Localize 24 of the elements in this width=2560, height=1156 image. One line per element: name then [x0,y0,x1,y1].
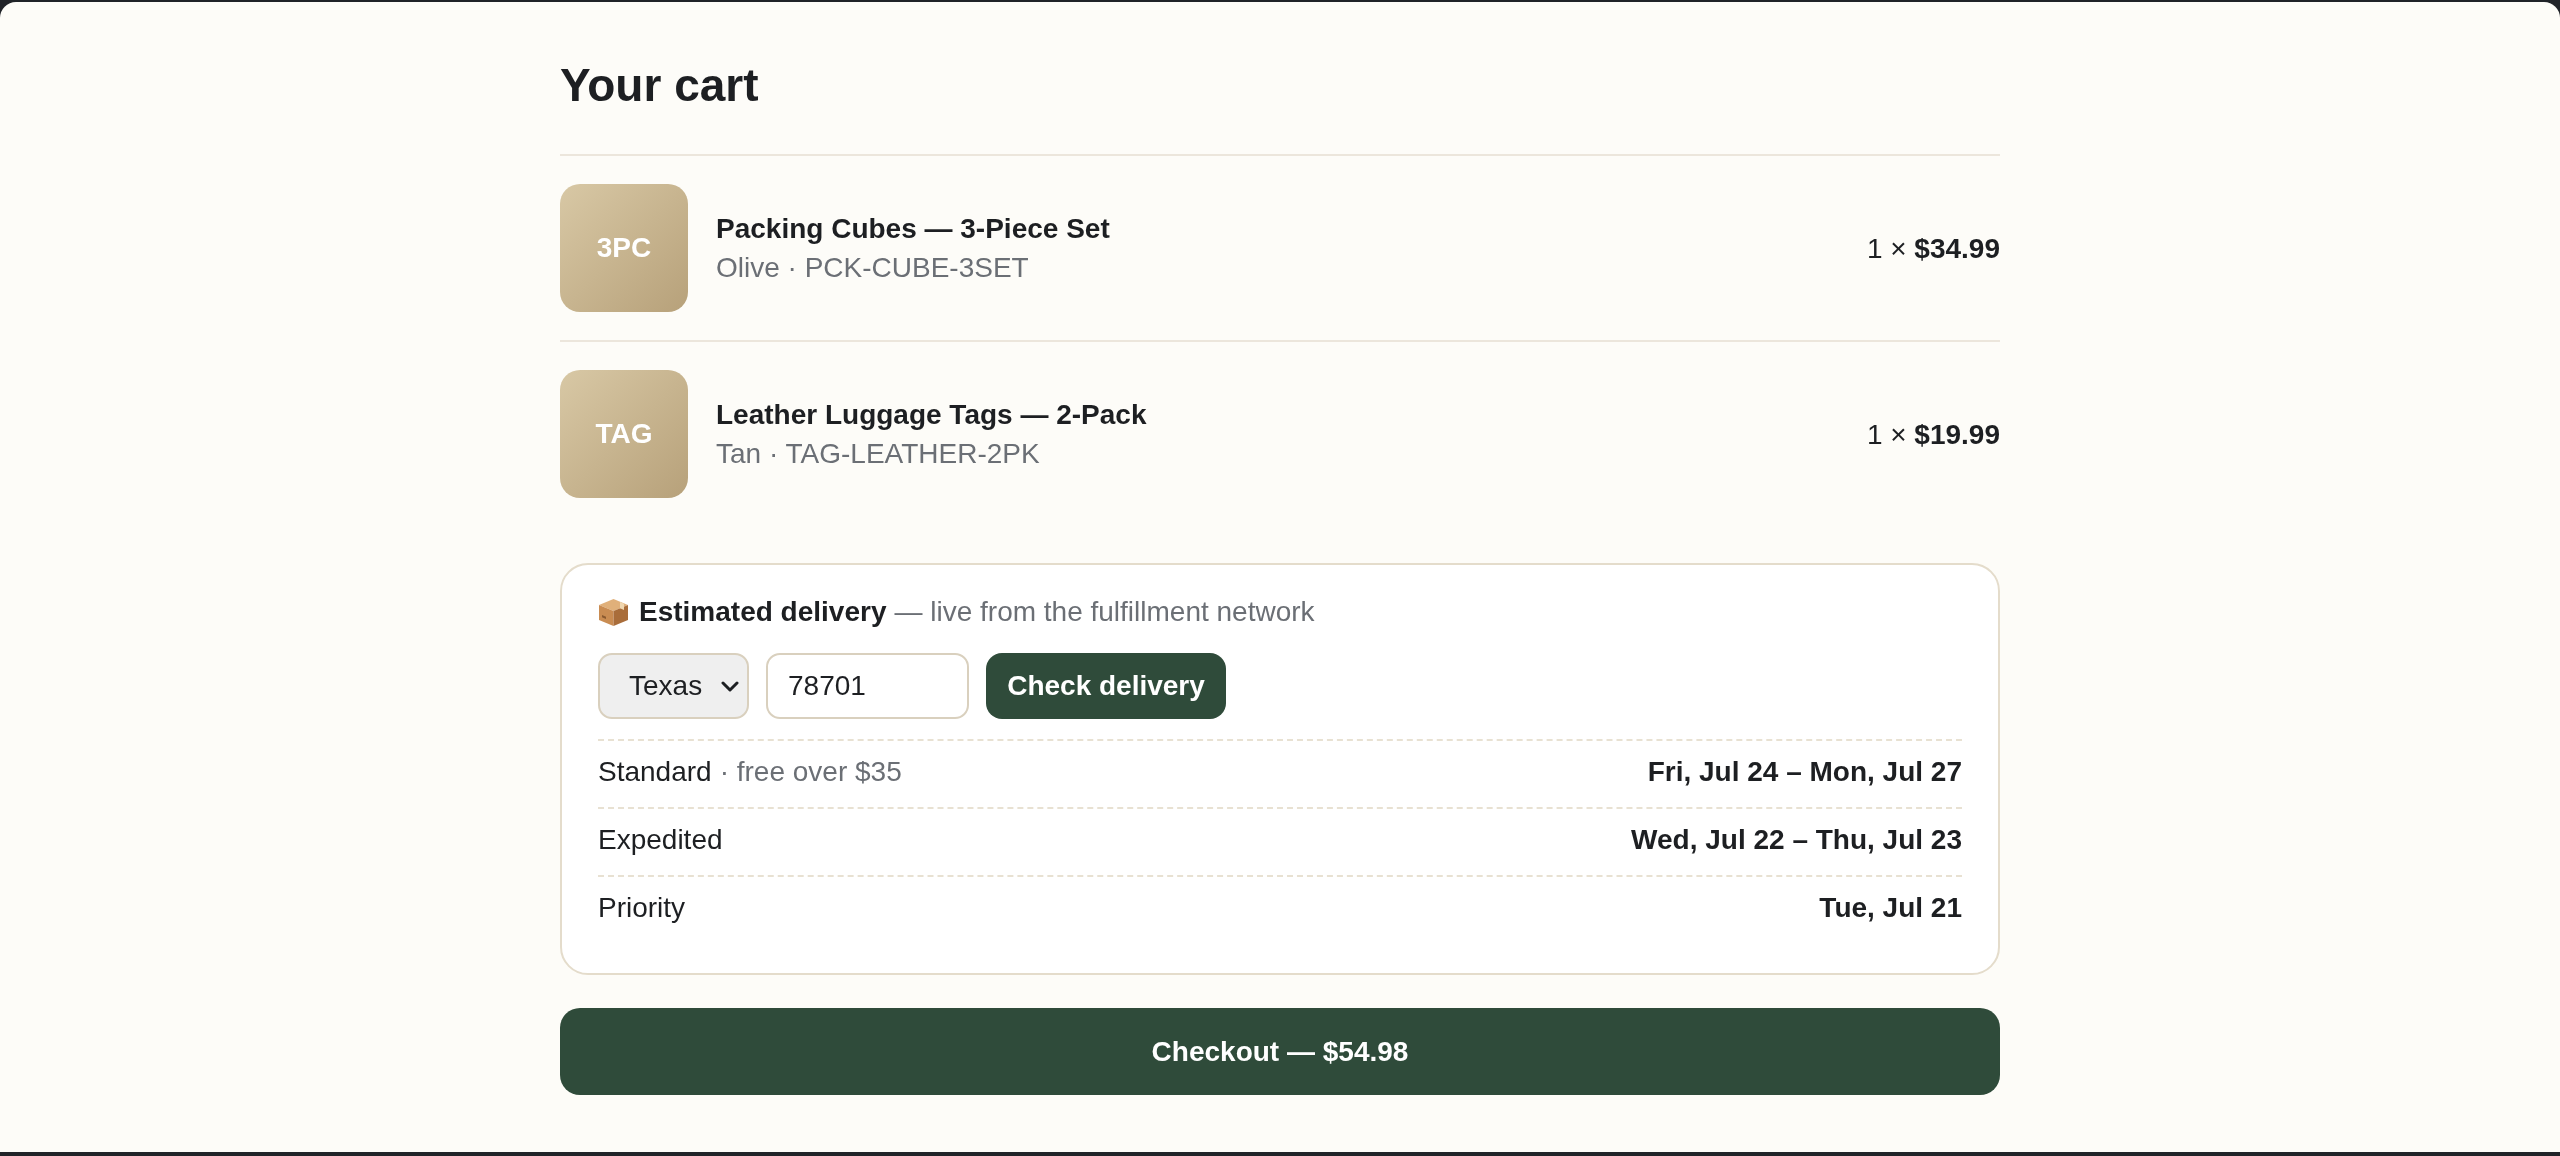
chevron-down-icon [721,680,739,692]
page-title: Your cart [560,58,760,113]
delivery-dates: Fri, Jul 24 – Mon, Jul 27 [1647,756,1962,789]
product-name: Packing Cubes — 3-Piece Set [716,212,1110,246]
quantity-price: 1 × $19.99 [1866,417,2000,452]
shipping-note: · free over $35 [719,756,902,789]
shipping-method: Priority [598,892,686,925]
checkout-button[interactable]: Checkout — $54.98 [560,1008,2000,1096]
product-name: Leather Luggage Tags — 2-Pack [716,398,1147,432]
product-thumbnail: 3PC [560,184,688,313]
shipping-method: Standard [598,756,712,789]
delivery-subtitle: — live from the fulfillment network [894,596,1315,629]
zip-field[interactable]: 78701 [766,653,969,720]
product-variant: Olive · PCK-CUBE-3SET [716,251,1029,286]
delivery-dates: Wed, Jul 22 – Thu, Jul 23 [1631,824,1962,857]
shipping-method: Expedited [598,824,723,857]
product-thumbnail: TAG [560,370,688,499]
state-select[interactable]: Texas [598,653,749,720]
check-delivery-button[interactable]: Check delivery [986,653,1226,720]
delivery-dates: Tue, Jul 21 [1819,892,1962,925]
delivery-title: Estimated delivery [639,596,887,629]
box-icon [598,597,629,627]
product-variant: Tan · TAG-LEATHER-2PK [716,437,1040,472]
quantity-price: 1 × $34.99 [1866,231,2000,266]
